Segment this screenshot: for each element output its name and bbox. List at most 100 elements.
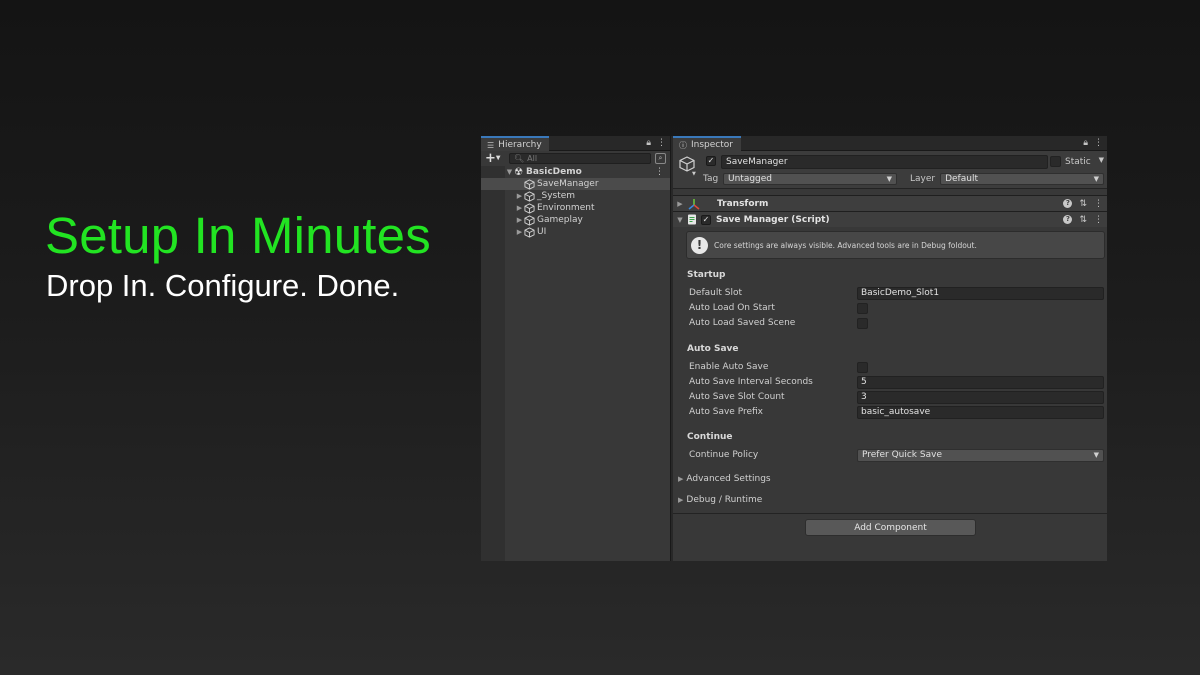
cube-icon [524,178,535,190]
hierarchy-item[interactable]: ▶ Gameplay [481,214,670,226]
section-continue: Continue [687,432,733,442]
enable-auto-save-label: Enable Auto Save [689,362,769,372]
script-file-icon [688,214,696,225]
list-icon: ☰ [487,140,495,150]
kebab-menu-icon[interactable]: ⋮ [1094,215,1103,225]
lock-icon[interactable]: 🔒︎ [646,138,651,148]
tab-hierarchy[interactable]: ☰ Hierarchy [481,136,549,151]
auto-save-slot-count-field[interactable]: 3 [857,390,1104,404]
kebab-menu-icon[interactable]: ⋮ [1094,138,1103,148]
unity-editor-window: ☰ Hierarchy 🔒︎ ⋮ +▼ 🔍︎ All ⌕ ▼ ☢ BasicDe… [481,136,1107,561]
help-icon[interactable]: ? [1063,214,1073,224]
help-icon[interactable]: ? [1063,198,1073,208]
hierarchy-item[interactable]: SaveManager [481,178,670,190]
fold-arrow-icon[interactable]: ▶ [673,200,687,208]
layer-label: Layer [910,174,936,184]
hierarchy-item[interactable]: ▶ _System [481,190,670,202]
fold-arrow-icon[interactable]: ▼ [673,216,687,224]
chevron-down-icon: ▼ [1093,175,1099,183]
auto-save-prefix-label: Auto Save Prefix [689,407,764,417]
script-component-header[interactable]: ▼ ✓ Save Manager (Script) ? ⇅ ⋮ [673,211,1107,227]
static-checkbox[interactable] [1050,156,1061,167]
scene-row[interactable]: ▼ ☢ BasicDemo ⋮ [481,166,670,178]
inspector-tabbar: ⓘ Inspector 🔒︎ ⋮ [673,136,1107,151]
cube-icon [524,226,535,238]
advanced-settings-label: Advanced Settings [686,474,771,484]
expand-arrow-icon[interactable]: ▶ [515,216,524,224]
chevron-down-icon: ▼ [1093,451,1099,459]
search-icon: 🔍︎ [514,154,525,163]
divider [673,513,1107,514]
kebab-menu-icon[interactable]: ⋮ [1094,199,1103,209]
add-component-button[interactable]: Add Component [805,519,976,536]
tag-dropdown[interactable]: Untagged ▼ [723,173,897,185]
create-button[interactable]: +▼ [485,152,505,165]
tab-inspector-label: Inspector [691,140,733,150]
hero-subtitle: Drop In. Configure. Done. [46,268,400,303]
expand-arrow-icon[interactable]: ▶ [515,192,524,200]
enable-auto-save-checkbox[interactable] [857,361,868,373]
auto-save-prefix-field[interactable]: basic_autosave [857,405,1104,419]
script-enabled-checkbox[interactable]: ✓ [701,214,711,225]
hierarchy-item-label: SaveManager [537,179,599,189]
static-dropdown-icon[interactable]: ▼ [1099,156,1104,164]
prop-continue-policy: Continue Policy Prefer Quick Save ▼ [689,448,1104,462]
hierarchy-item-label: _System [537,191,576,201]
kebab-menu-icon[interactable]: ⋮ [657,138,666,148]
default-slot-field[interactable]: BasicDemo_Slot1 [857,286,1104,300]
unity-scene-icon: ☢ [514,166,523,178]
info-helpbox: ! Core settings are always visible. Adva… [686,231,1105,259]
default-slot-label: Default Slot [689,288,742,298]
gameobject-name-field[interactable]: SaveManager [721,155,1048,169]
helpbox-text: Core settings are always visible. Advanc… [714,240,977,250]
continue-policy-label: Continue Policy [689,450,759,460]
search-filter-icon[interactable]: ⌕ [655,153,666,164]
chevron-down-icon: ▼ [886,175,892,183]
presets-sliders-icon[interactable]: ⇅ [1079,215,1087,225]
prop-auto-load-on-start: Auto Load On Start [689,301,1104,315]
auto-load-on-start-label: Auto Load On Start [689,303,775,313]
foldout-advanced-settings[interactable]: ▶ Advanced Settings [678,474,771,484]
layer-dropdown[interactable]: Default ▼ [940,173,1104,185]
expand-arrow-icon[interactable]: ▶ [515,204,524,212]
search-placeholder: All [527,154,538,163]
inspector-panel: ⓘ Inspector 🔒︎ ⋮ ▼ ✓ SaveManager Static … [673,136,1107,561]
prop-auto-load-saved-scene: Auto Load Saved Scene [689,316,1104,330]
foldout-debug-runtime[interactable]: ▶ Debug / Runtime [678,495,762,505]
prop-auto-save-slot-count: Auto Save Slot Count 3 [689,390,1104,404]
auto-save-interval-label: Auto Save Interval Seconds [689,377,813,387]
scene-label: BasicDemo [525,167,582,177]
section-auto-save: Auto Save [687,344,739,354]
script-title: Save Manager (Script) [716,214,830,225]
tag-label: Tag [703,174,719,184]
cube-icon [524,214,535,226]
hierarchy-item[interactable]: ▶ Environment [481,202,670,214]
prop-auto-save-prefix: Auto Save Prefix basic_autosave [689,405,1104,419]
presets-sliders-icon[interactable]: ⇅ [1079,199,1087,209]
auto-load-on-start-checkbox[interactable] [857,302,868,314]
continue-policy-dropdown[interactable]: Prefer Quick Save ▼ [857,448,1104,462]
expand-arrow-icon[interactable]: ▼ [505,168,514,176]
hierarchy-item[interactable]: ▶ UI [481,226,670,238]
expand-arrow-icon[interactable]: ▶ [515,228,524,236]
hierarchy-search-input[interactable]: 🔍︎ All [509,153,651,164]
debug-runtime-label: Debug / Runtime [686,495,763,505]
layer-value: Default [945,174,978,184]
hierarchy-tree: ▼ ☢ BasicDemo ⋮ SaveManager ▶ _System ▶ Envi… [481,166,670,561]
auto-load-saved-scene-label: Auto Load Saved Scene [689,318,796,328]
prop-enable-auto-save: Enable Auto Save [689,360,1104,374]
chevron-down-icon[interactable]: ▼ [692,171,696,177]
prop-default-slot: Default Slot BasicDemo_Slot1 [689,286,1104,300]
auto-load-saved-scene-checkbox[interactable] [857,317,868,329]
prop-auto-save-interval: Auto Save Interval Seconds 5 [689,375,1104,389]
kebab-menu-icon[interactable]: ⋮ [655,167,664,177]
auto-save-interval-field[interactable]: 5 [857,375,1104,389]
tab-hierarchy-label: Hierarchy [498,140,542,150]
info-icon: ⓘ [679,140,687,150]
cube-icon [524,202,535,214]
tab-inspector[interactable]: ⓘ Inspector [673,136,741,151]
active-checkbox[interactable]: ✓ [706,156,716,166]
transform-title: Transform [717,198,769,209]
transform-component-header[interactable]: ▶ Transform ? ⇅ ⋮ [673,195,1107,211]
lock-icon[interactable]: 🔒︎ [1083,138,1088,148]
